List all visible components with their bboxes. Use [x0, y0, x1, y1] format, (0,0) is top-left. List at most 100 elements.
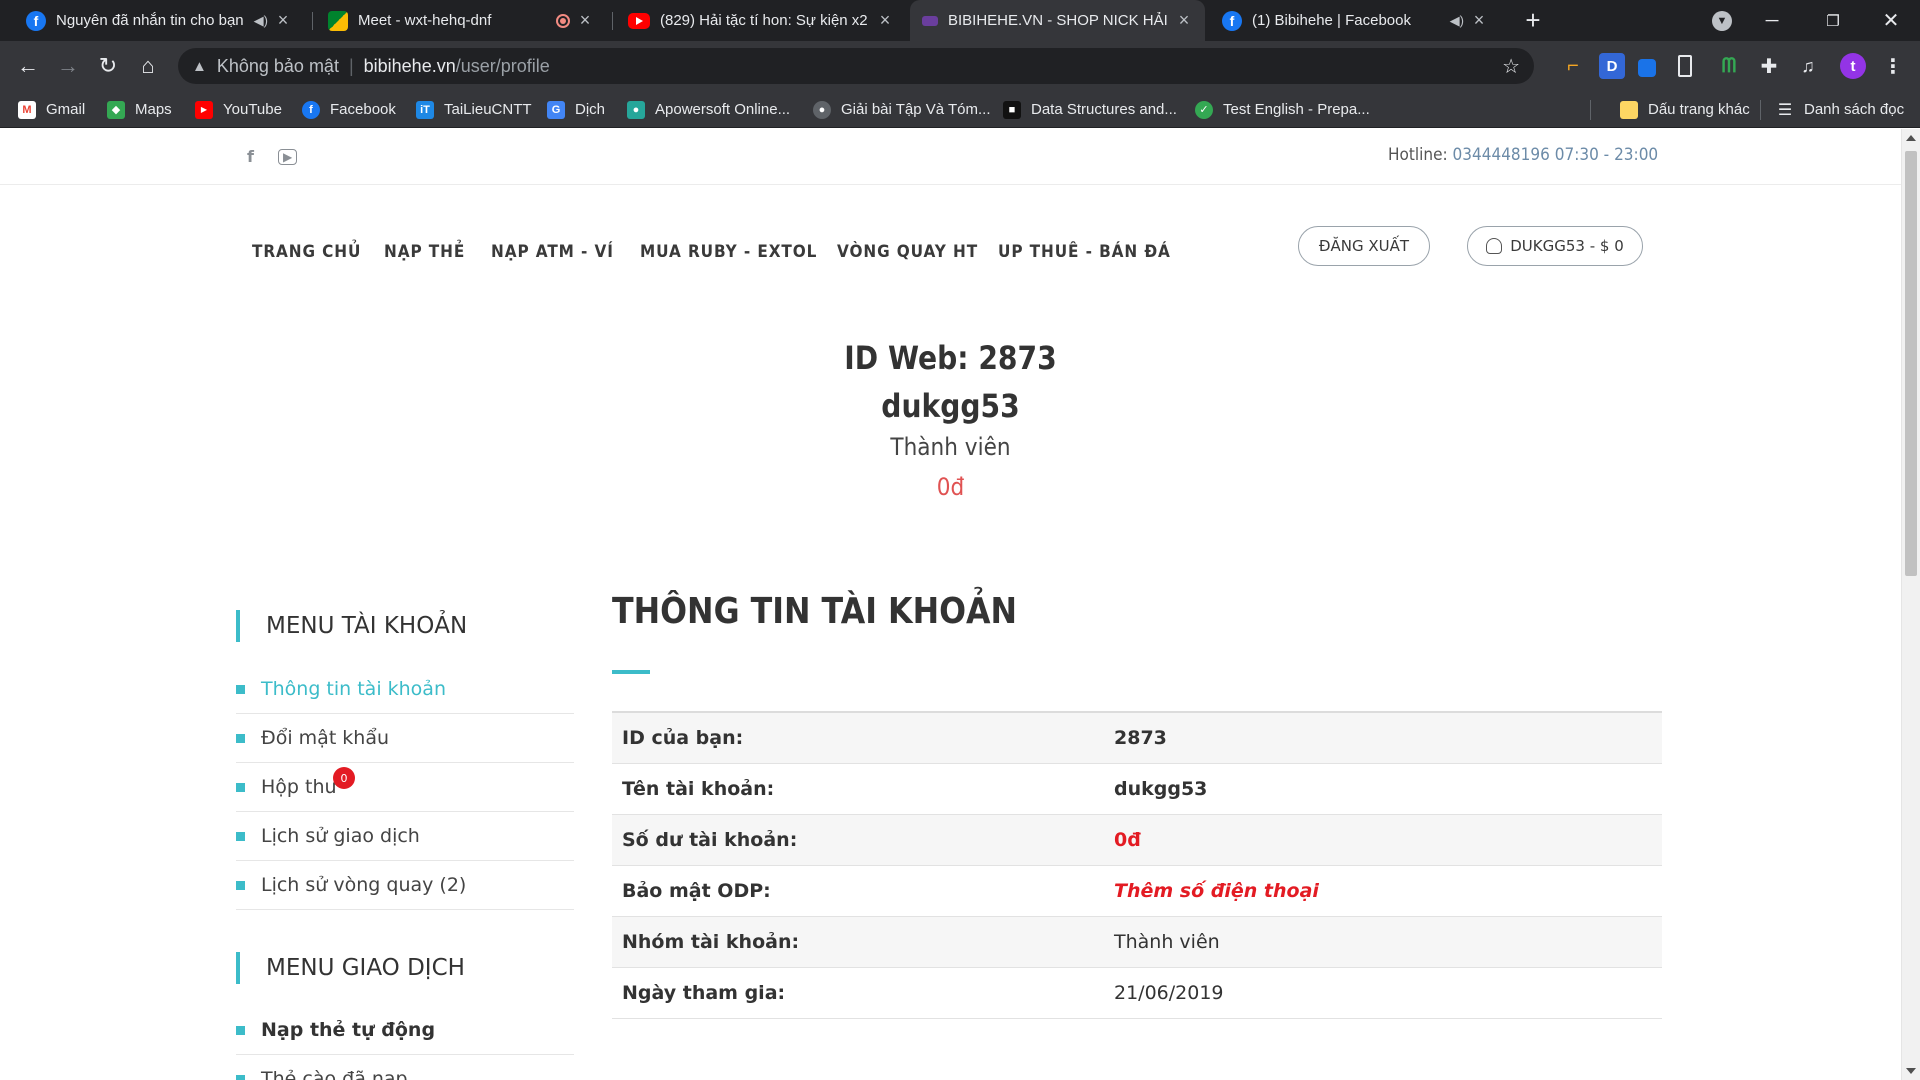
bookmark-test-english[interactable]: ✓ Test English - Prepa...: [1195, 91, 1370, 128]
extension-pen-icon[interactable]: [1638, 59, 1656, 77]
row-value: 21/06/2019: [1104, 967, 1662, 1019]
tab-bibihehe[interactable]: BIBIHEHE.VN - SHOP NICK HẢI T ×: [910, 0, 1205, 41]
extension-green-icon[interactable]: ᗰ: [1716, 53, 1742, 79]
reload-icon[interactable]: ↻: [92, 50, 124, 82]
account-menu-heading: MENU TÀI KHOẢN: [236, 610, 574, 642]
extensions-puzzle-icon[interactable]: ✚: [1756, 53, 1782, 79]
bookmark-maps[interactable]: ◆ Maps: [107, 91, 172, 128]
youtube-icon[interactable]: ▶: [278, 149, 298, 165]
gmail-icon: M: [18, 100, 36, 119]
bookmark-other-folder[interactable]: Dấu trang khác: [1620, 91, 1750, 128]
page-scrollbar[interactable]: [1901, 129, 1920, 1080]
address-bar[interactable]: ▲ Không bảo mật | bibihehe.vn /user/prof…: [178, 48, 1534, 84]
facebook-icon: f: [26, 10, 46, 31]
bookmark-translate[interactable]: G Dịch: [547, 91, 605, 128]
profile-web-id: ID Web: 2873: [844, 339, 1057, 377]
scroll-up-arrow-icon[interactable]: [1906, 135, 1916, 141]
row-value: Thành viên: [1104, 916, 1662, 968]
home-icon[interactable]: ⌂: [132, 50, 164, 82]
close-icon[interactable]: ×: [876, 10, 894, 31]
scroll-thumb[interactable]: [1905, 151, 1917, 576]
extension-d-icon[interactable]: D: [1599, 53, 1625, 79]
nav-vong-quay[interactable]: VÒNG QUAY HT: [837, 242, 978, 262]
speaker-icon[interactable]: ◀): [254, 13, 268, 29]
facebook-icon[interactable]: f: [247, 147, 254, 166]
bibihehe-icon: [922, 15, 938, 26]
bookmark-data-structures[interactable]: ■ Data Structures and...: [1003, 91, 1177, 128]
chrome-menu-icon[interactable]: ⋮: [1880, 53, 1906, 79]
close-icon[interactable]: ×: [1175, 10, 1193, 31]
menu-item-auto-topup[interactable]: Nạp thẻ tự động: [236, 1006, 574, 1055]
tab-youtube[interactable]: (829) Hải tặc tí hon: Sự kiện x2 n ×: [616, 0, 906, 41]
tab-facebook-message[interactable]: f Nguyên đã nhắn tin cho bạn ◀) ×: [14, 0, 304, 41]
trade-menu: Nạp thẻ tự động Thẻ cào đã nạp: [236, 1006, 574, 1080]
table-row: Bảo mật ODP: Thêm số điện thoại: [612, 865, 1662, 917]
restore-button[interactable]: ❐: [1808, 0, 1858, 41]
back-arrow-icon[interactable]: ←: [12, 50, 44, 82]
close-icon[interactable]: ×: [1470, 10, 1488, 31]
warning-icon[interactable]: ▲: [192, 58, 207, 75]
security-label: Không bảo mật: [216, 55, 339, 76]
menu-item-inbox[interactable]: Hộp thư 0: [236, 763, 574, 812]
bookmark-facebook[interactable]: f Facebook: [302, 91, 396, 128]
add-phone-link[interactable]: Thêm số điện thoại: [1104, 865, 1662, 917]
row-label: Ngày tham gia:: [612, 967, 1104, 1019]
row-label: Số dư tài khoản:: [612, 814, 1104, 866]
menu-item-account-info[interactable]: Thông tin tài khoản: [236, 665, 574, 714]
close-window-button[interactable]: ✕: [1866, 0, 1916, 41]
page-viewport: f ▶ Hotline: 0344448196 07:30 - 23:00 TR…: [0, 129, 1901, 1080]
user-icon: [1486, 238, 1503, 254]
tab-bibihehe-facebook[interactable]: f (1) Bibihehe | Facebook ◀) ×: [1210, 0, 1500, 41]
translate-icon: G: [547, 100, 565, 119]
url-host: bibihehe.vn: [363, 55, 456, 76]
tab-google-meet[interactable]: Meet - wxt-hehq-dnf ×: [316, 0, 606, 41]
media-control-icon[interactable]: ♫: [1795, 53, 1821, 79]
facebook-icon: f: [1222, 10, 1242, 31]
bookmark-youtube[interactable]: ▶ YouTube: [195, 91, 282, 128]
menu-item-topup-cards[interactable]: Thẻ cào đã nạp: [236, 1055, 574, 1080]
close-icon[interactable]: ×: [274, 10, 292, 31]
bookmark-tailieucntt[interactable]: iT TaiLieuCNTT: [416, 91, 532, 128]
bookmark-gmail[interactable]: M Gmail: [18, 91, 85, 128]
row-value: 2873: [1104, 712, 1662, 764]
table-row: Nhóm tài khoản: Thành viên: [612, 916, 1662, 968]
row-value: 0đ: [1104, 814, 1662, 866]
reading-list-button[interactable]: ☰ Danh sách đọc: [1776, 91, 1904, 128]
hotline-value[interactable]: 0344448196 07:30 - 23:00: [1452, 145, 1658, 165]
table-row: ID của bạn: 2873: [612, 712, 1662, 764]
menu-item-change-password[interactable]: Đổi mật khẩu: [236, 714, 574, 763]
account-button[interactable]: DUKGG53 - $ 0: [1467, 226, 1643, 266]
browser-tab-strip: f Nguyên đã nhắn tin cho bạn ◀) × Meet -…: [0, 0, 1920, 41]
scroll-down-arrow-icon[interactable]: [1906, 1068, 1916, 1074]
menu-item-spin-history[interactable]: Lịch sử vòng quay (2): [236, 861, 574, 910]
forward-arrow-icon[interactable]: →: [52, 50, 84, 82]
extension-orange-icon[interactable]: ⌐: [1560, 53, 1586, 79]
speaker-icon[interactable]: ◀): [1450, 13, 1464, 29]
menu-item-transaction-history[interactable]: Lịch sử giao dịch: [236, 812, 574, 861]
new-tab-button[interactable]: +: [1508, 0, 1558, 41]
profile-avatar[interactable]: t: [1840, 53, 1866, 79]
table-row: Số dư tài khoản: 0đ: [612, 814, 1662, 866]
close-icon[interactable]: ×: [576, 10, 594, 31]
main-nav: TRANG CHỦ NẠP THẺ NẠP ATM - VÍ MUA RUBY …: [0, 185, 1901, 315]
google-meet-icon: [328, 10, 348, 31]
row-label: Tên tài khoản:: [612, 763, 1104, 815]
recording-icon: [556, 13, 570, 28]
nav-home[interactable]: TRANG CHỦ: [252, 242, 361, 262]
bookmark-giaibaitap[interactable]: ● Giải bài Tập Và Tóm...: [813, 91, 991, 128]
minimize-button[interactable]: ─: [1747, 0, 1797, 41]
row-label: Bảo mật ODP:: [612, 865, 1104, 917]
trade-menu-heading: MENU GIAO DỊCH: [236, 952, 574, 984]
nav-nap-the[interactable]: NẠP THẺ: [384, 242, 465, 262]
nav-nap-atm[interactable]: NẠP ATM - VÍ: [491, 242, 614, 262]
logout-button[interactable]: ĐĂNG XUẤT: [1298, 226, 1430, 266]
browser-toolbar: ← → ↻ ⌂ ▲ Không bảo mật | bibihehe.vn /u…: [0, 41, 1920, 91]
extension-phone-icon[interactable]: [1678, 55, 1692, 77]
nav-up-thue[interactable]: UP THUÊ - BÁN ĐÁ: [998, 242, 1171, 262]
bookmark-star-icon[interactable]: ☆: [1502, 54, 1520, 79]
row-value: dukgg53: [1104, 763, 1662, 815]
bookmark-apowersoft[interactable]: ● Apowersoft Online...: [627, 91, 790, 128]
nav-mua-ruby[interactable]: MUA RUBY - EXTOL: [640, 242, 817, 262]
profile-balance: 0đ: [936, 473, 965, 501]
tab-search-button[interactable]: ▼: [1697, 0, 1747, 41]
